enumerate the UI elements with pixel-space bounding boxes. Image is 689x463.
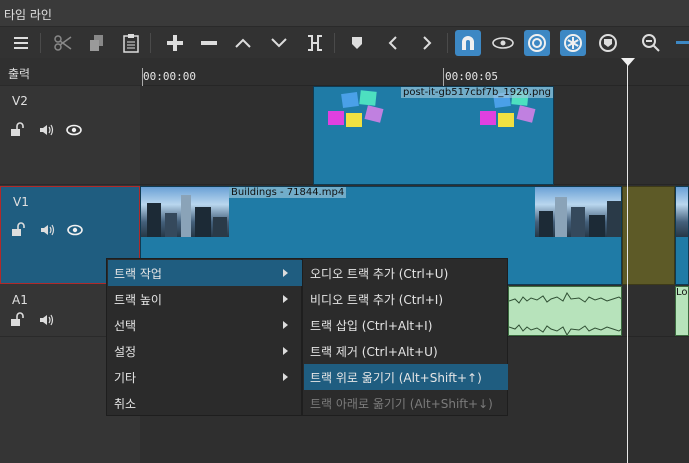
context-menu: 트랙 작업 트랙 높이 선택 설정 기타 취소 오디오 트랙 추가 (Ctrl+… [106, 258, 508, 416]
time-ruler[interactable]: 00:00:00 00:00:05 [140, 58, 689, 86]
menu-item-move-track-down: 트랙 아래로 옮기기 (Alt+Shift+↓) [304, 390, 508, 416]
unlock-icon[interactable] [11, 312, 24, 326]
track-name: V2 [12, 94, 28, 108]
add-icon[interactable] [162, 30, 188, 56]
prev-marker-icon[interactable] [380, 30, 406, 56]
cut-icon[interactable] [50, 30, 76, 56]
next-marker-icon[interactable] [414, 30, 440, 56]
panel-title: 타임 라인 [4, 8, 52, 22]
menu-item-track-operations[interactable]: 트랙 작업 [108, 260, 302, 286]
marker-icon[interactable] [344, 30, 370, 56]
track-controls [10, 122, 100, 141]
playhead-line[interactable] [627, 58, 628, 463]
clip-name: Buildings - 71844.mp4 [229, 187, 347, 198]
menu-item-label: 설정 [114, 344, 137, 359]
unlock-icon[interactable] [12, 222, 25, 236]
menu-item-other[interactable]: 기타 [108, 364, 302, 390]
split-icon[interactable] [302, 30, 328, 56]
clip-thumbnail [141, 187, 229, 237]
toolbar-separator [150, 33, 151, 53]
toolbar-separator [40, 33, 41, 53]
track-name: V1 [13, 195, 29, 209]
menu-item-label: 트랙 아래로 옮기기 (Alt+Shift+↓) [310, 396, 493, 411]
submenu-arrow-icon [283, 295, 288, 303]
context-menu-main: 트랙 작업 트랙 높이 선택 설정 기타 취소 [106, 258, 302, 416]
track-name: A1 [12, 293, 28, 307]
zoom-out-icon[interactable] [638, 30, 664, 56]
menu-item-label: 비디오 트랙 추가 (Ctrl+I) [310, 292, 444, 307]
copy-icon[interactable] [84, 30, 110, 56]
menu-item-label: 기타 [114, 370, 137, 385]
scrub-icon[interactable] [490, 30, 516, 56]
menu-item-cancel[interactable]: 취소 [108, 390, 302, 416]
timecode-label: 00:00:05 [445, 70, 498, 83]
ripple-all-icon[interactable] [560, 30, 586, 56]
remove-icon[interactable] [196, 30, 222, 56]
menu-item-label: 트랙 제거 (Ctrl+Alt+U) [310, 344, 438, 359]
ruler-tick [443, 68, 444, 86]
eye-icon[interactable] [66, 124, 82, 136]
volume-icon[interactable] [40, 124, 54, 136]
track-controls [11, 222, 101, 241]
track-controls [10, 312, 70, 331]
submenu-arrow-icon [283, 347, 288, 355]
menu-item-track-height[interactable]: 트랙 높이 [108, 286, 302, 312]
volume-icon[interactable] [40, 314, 54, 326]
clip-a1-next[interactable]: Lo [675, 286, 689, 336]
menu-item-label: 오디오 트랙 추가 (Ctrl+U) [310, 266, 449, 281]
menu-item-select[interactable]: 선택 [108, 312, 302, 338]
context-submenu-track-operations: 오디오 트랙 추가 (Ctrl+U) 비디오 트랙 추가 (Ctrl+I) 트랙… [302, 258, 508, 416]
ripple-icon[interactable] [524, 30, 550, 56]
menu-item-label: 선택 [114, 318, 137, 333]
toolbar-separator [334, 33, 335, 53]
submenu-arrow-icon [283, 321, 288, 329]
overwrite-icon[interactable] [266, 30, 292, 56]
clip-name: Lo [676, 287, 688, 298]
menu-item-label: 트랙 위로 옮기기 (Alt+Shift+↑) [310, 370, 482, 385]
menu-item-label: 트랙 높이 [114, 292, 162, 307]
ripple-markers-icon[interactable] [595, 30, 621, 56]
toolbar-separator [447, 33, 448, 53]
output-label: 출력 [8, 67, 31, 81]
eye-icon[interactable] [67, 224, 83, 236]
menu-item-settings[interactable]: 설정 [108, 338, 302, 364]
clip-thumbnail [324, 89, 394, 134]
menu-item-add-video-track[interactable]: 비디오 트랙 추가 (Ctrl+I) [304, 286, 508, 312]
menu-item-add-audio-track[interactable]: 오디오 트랙 추가 (Ctrl+U) [304, 260, 508, 286]
unlock-icon[interactable] [11, 122, 24, 136]
submenu-arrow-icon [283, 373, 288, 381]
snap-icon[interactable] [455, 30, 481, 56]
volume-icon[interactable] [41, 224, 55, 236]
lift-icon[interactable] [230, 30, 256, 56]
clip-thumbnail [535, 187, 621, 237]
clip-v2-postit[interactable]: post-it-gb517cbf7b_1920.png [313, 86, 554, 185]
zoom-slider[interactable] [676, 41, 689, 44]
menu-item-insert-track[interactable]: 트랙 삽입 (Ctrl+Alt+I) [304, 312, 508, 338]
menu-item-remove-track[interactable]: 트랙 제거 (Ctrl+Alt+U) [304, 338, 508, 364]
clip-a1-waveform[interactable] [508, 286, 622, 336]
menu-item-label: 취소 [114, 396, 137, 411]
panel-title-bar: 타임 라인 [0, 0, 689, 26]
output-header: 출력 [0, 58, 140, 86]
submenu-arrow-icon [283, 269, 288, 277]
menu-item-label: 트랙 삽입 (Ctrl+Alt+I) [310, 318, 433, 333]
menu-icon[interactable] [8, 30, 34, 56]
menu-item-label: 트랙 작업 [114, 266, 162, 281]
menu-item-move-track-up[interactable]: 트랙 위로 옮기기 (Alt+Shift+↑) [304, 364, 508, 390]
clip-name: post-it-gb517cbf7b_1920.png [401, 87, 553, 98]
paste-icon[interactable] [118, 30, 144, 56]
transition-block[interactable] [622, 186, 675, 285]
timecode-label: 00:00:00 [143, 70, 196, 83]
track-header-v2[interactable]: V2 [0, 86, 140, 185]
clip-v1-next[interactable] [675, 186, 689, 285]
timeline-toolbar [0, 26, 689, 58]
playhead-handle[interactable] [621, 58, 635, 66]
